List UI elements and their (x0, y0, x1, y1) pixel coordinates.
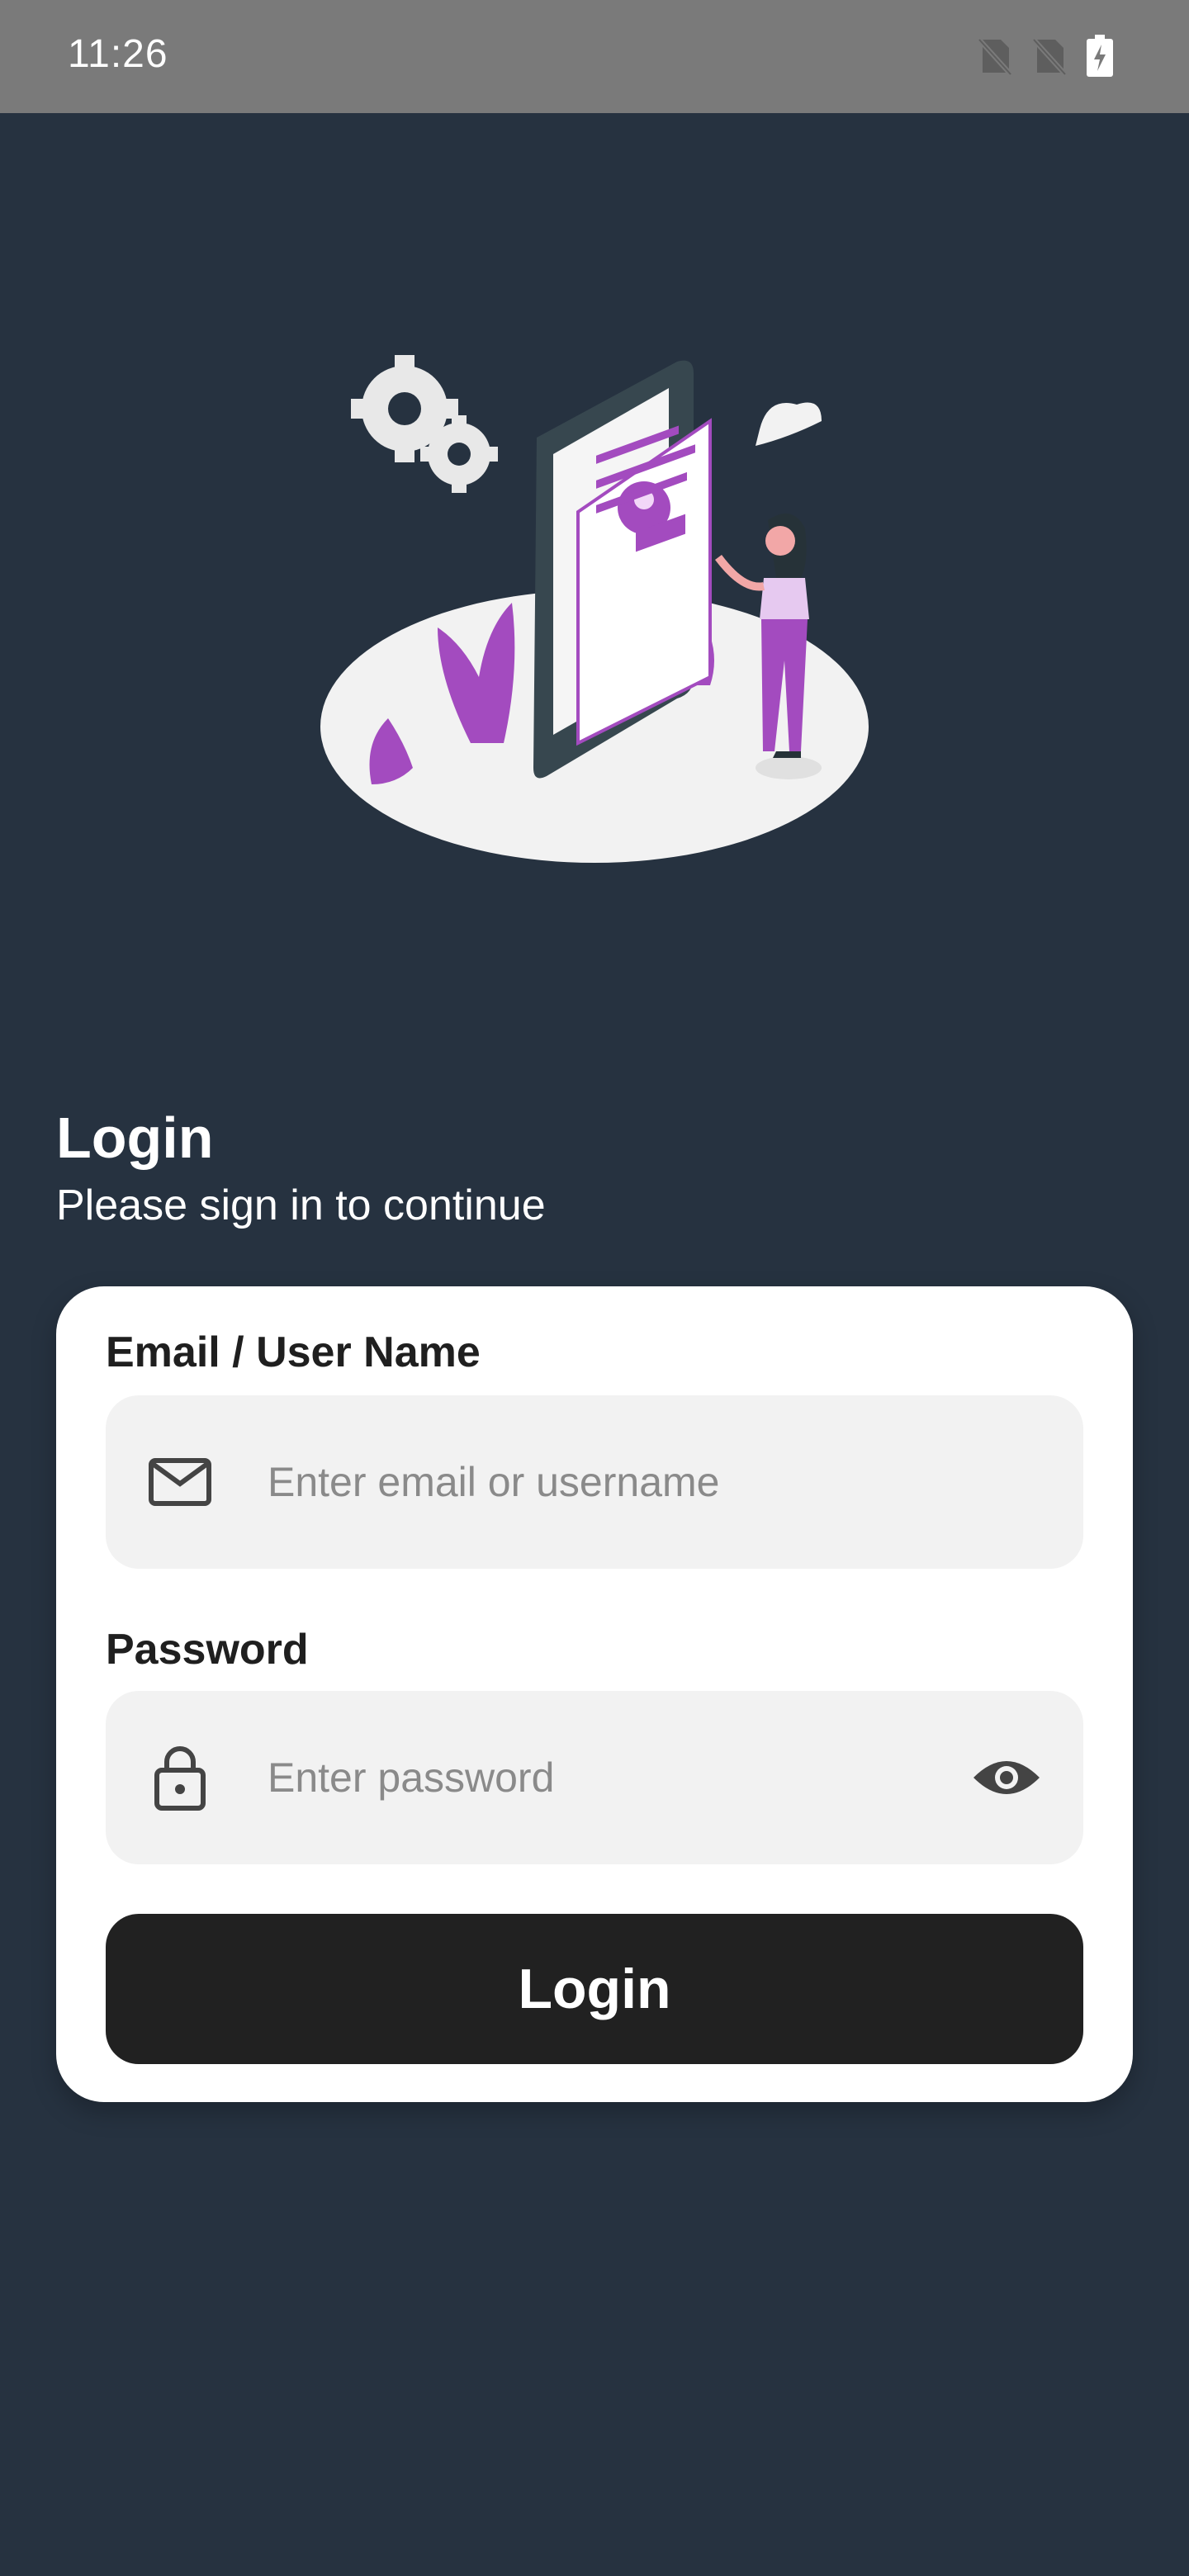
password-field (106, 1691, 1083, 1864)
login-card: Email / User Name Password L (56, 1286, 1133, 2102)
email-label: Email / User Name (106, 1328, 481, 1376)
status-time: 11:26 (68, 32, 168, 76)
eye-icon[interactable] (969, 1691, 1044, 1864)
phone-profile-illustration (306, 330, 892, 892)
password-input[interactable] (268, 1691, 978, 1864)
lock-icon (145, 1691, 215, 1864)
password-label: Password (106, 1626, 309, 1674)
no-sim-icon (976, 36, 1012, 76)
page-subtitle: Please sign in to continue (56, 1181, 546, 1229)
no-sim-icon (1030, 36, 1067, 76)
email-input[interactable] (268, 1395, 978, 1569)
status-bar: 11:26 (0, 0, 1189, 113)
mail-icon (145, 1395, 215, 1569)
login-button[interactable]: Login (106, 1914, 1083, 2064)
battery-charging-icon (1085, 35, 1115, 78)
page-title: Login (56, 1106, 214, 1170)
email-field (106, 1395, 1083, 1569)
status-icons (976, 35, 1115, 78)
